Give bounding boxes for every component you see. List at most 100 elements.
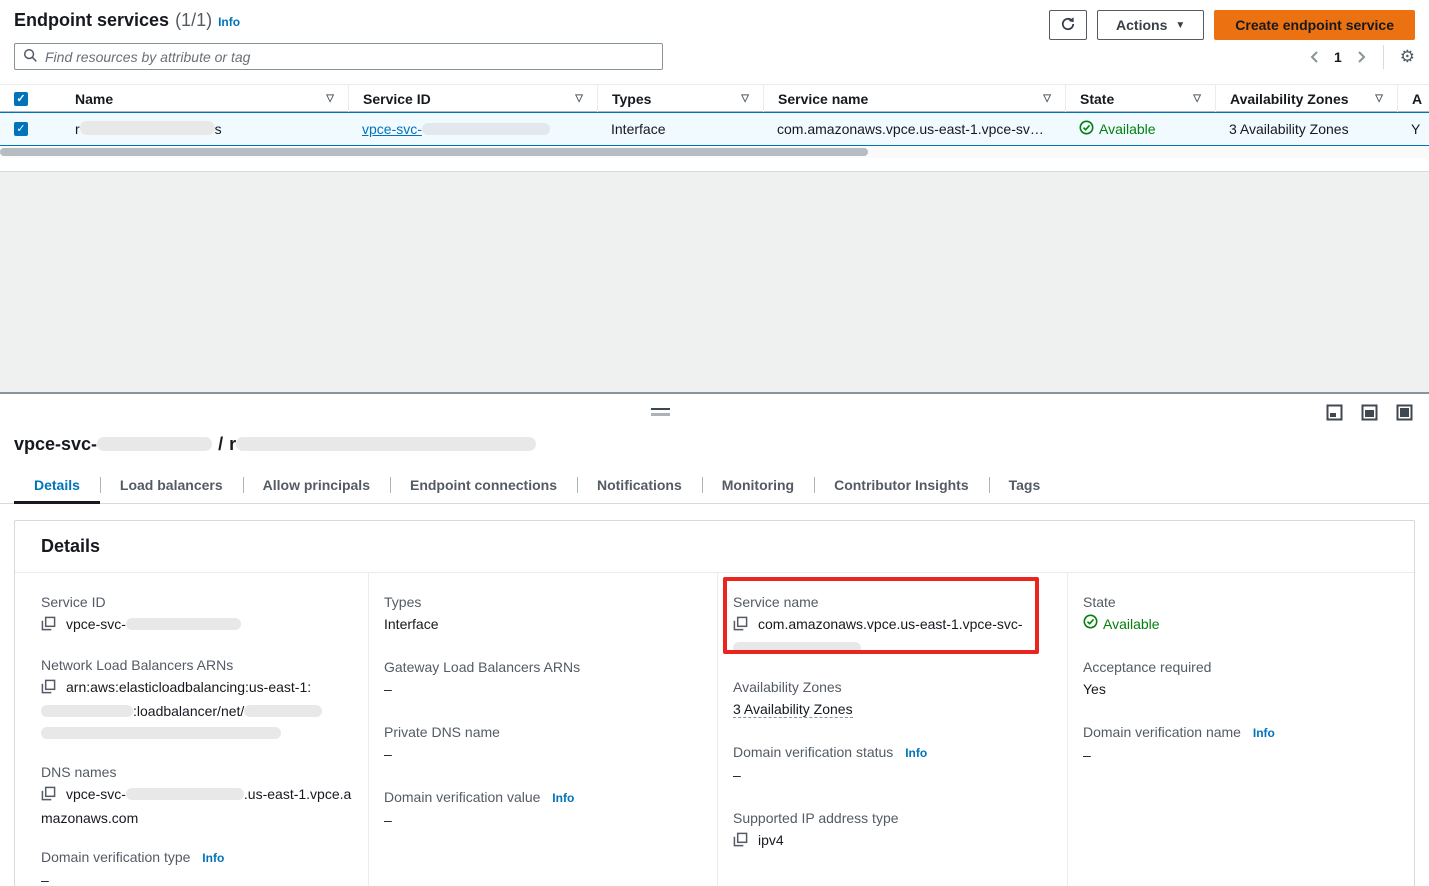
pagination-prev-icon[interactable] (1309, 50, 1320, 64)
field-supported-ip-type: Supported IP address type ipv4 (733, 807, 1052, 853)
redacted-text (236, 437, 536, 451)
column-header-types[interactable]: Types ▽ (597, 85, 763, 112)
sort-icon[interactable]: ▽ (741, 93, 749, 104)
detail-tabs: Details Load balancers Allow principals … (0, 469, 1429, 504)
cell-name: rs (61, 121, 348, 137)
copy-icon[interactable] (733, 831, 748, 853)
table-row[interactable]: ✓ rs vpce-svc- Interface com.amazonaws.v… (0, 112, 1429, 146)
field-types: Types Interface (384, 591, 702, 635)
tab-notifications[interactable]: Notifications (577, 469, 702, 503)
details-card-heading: Details (15, 521, 1414, 573)
field-service-id: Service ID vpce-svc- (41, 591, 353, 637)
split-panel-drag-handle[interactable] (651, 408, 670, 416)
cell-availability-zones: 3 Availability Zones (1215, 121, 1397, 137)
refresh-button[interactable] (1049, 10, 1087, 40)
endpoint-services-list-section: Endpoint services (1/1) Info Actions ▼ C… (0, 0, 1429, 171)
title-info-link[interactable]: Info (218, 15, 240, 29)
details-column-2: Types Interface Gateway Load Balancers A… (368, 573, 717, 886)
details-card: Details Service ID vpce-svc- Network Loa… (14, 520, 1415, 886)
copy-icon[interactable] (733, 615, 748, 637)
field-nlb-arns: Network Load Balancers ARNs arn:aws:elas… (41, 654, 353, 744)
column-header-availability-zones[interactable]: Availability Zones ▽ (1215, 85, 1397, 112)
column-header-name[interactable]: Name ▽ (61, 85, 348, 112)
field-domain-verification-value: Domain verification value Info – (384, 786, 702, 831)
copy-icon[interactable] (41, 785, 56, 807)
column-header-state[interactable]: State ▽ (1065, 85, 1215, 112)
redacted-text (41, 727, 281, 739)
tab-details[interactable]: Details (14, 469, 100, 503)
redacted-text (422, 123, 550, 135)
refresh-icon (1060, 16, 1076, 35)
tab-contributor-insights[interactable]: Contributor Insights (814, 469, 989, 503)
detail-split-panel: vpce-svc-/r Details Load balancers Allow… (0, 392, 1429, 886)
cell-truncated: Y (1397, 121, 1429, 137)
column-header-truncated[interactable]: A (1397, 85, 1429, 112)
availability-zones-popover[interactable]: 3 Availability Zones (733, 701, 853, 718)
tab-load-balancers[interactable]: Load balancers (100, 469, 243, 503)
panel-size-medium-icon[interactable] (1361, 404, 1378, 424)
redacted-text (80, 121, 215, 135)
details-column-3: Service name com.amazonaws.vpce.us-east-… (717, 573, 1067, 886)
create-endpoint-service-button[interactable]: Create endpoint service (1214, 10, 1415, 40)
info-link[interactable]: Info (1253, 726, 1275, 740)
pagination-current-page[interactable]: 1 (1334, 49, 1342, 65)
column-header-service-id[interactable]: Service ID ▽ (348, 85, 597, 112)
cell-service-name: com.amazonaws.vpce.us-east-1.vpce-sv… (763, 121, 1065, 137)
search-input[interactable] (45, 49, 654, 65)
tab-allow-principals[interactable]: Allow principals (243, 469, 390, 503)
horizontal-scrollbar (0, 146, 1429, 158)
copy-icon[interactable] (41, 678, 56, 700)
endpoint-services-table: ✓ Name ▽ Service ID ▽ Types ▽ Service na… (0, 84, 1429, 172)
details-column-4: State Available Acceptance required Yes (1067, 573, 1414, 886)
available-check-icon (1083, 613, 1098, 635)
redacted-text (97, 437, 212, 451)
preferences-gear-icon[interactable]: ⚙ (1400, 48, 1415, 65)
redacted-text (733, 642, 861, 654)
row-checkbox[interactable]: ✓ (14, 122, 28, 136)
tab-monitoring[interactable]: Monitoring (702, 469, 814, 503)
redacted-text (126, 788, 244, 800)
page-title: Endpoint services (1/1) Info (14, 10, 240, 31)
field-acceptance-required: Acceptance required Yes (1083, 656, 1399, 700)
info-link[interactable]: Info (905, 746, 927, 760)
tab-endpoint-connections[interactable]: Endpoint connections (390, 469, 577, 503)
info-link[interactable]: Info (552, 791, 574, 805)
details-column-1: Service ID vpce-svc- Network Load Balanc… (15, 573, 368, 886)
sort-icon[interactable]: ▽ (326, 93, 334, 104)
sort-icon[interactable]: ▽ (1043, 93, 1051, 104)
pagination-separator (1383, 45, 1384, 69)
redacted-text (41, 705, 133, 717)
sort-icon[interactable]: ▽ (1193, 93, 1201, 104)
field-domain-verification-name: Domain verification name Info – (1083, 721, 1399, 766)
field-state: State Available (1083, 591, 1399, 635)
service-id-link[interactable]: vpce-svc- (362, 121, 550, 137)
pagination: 1 ⚙ (1309, 45, 1415, 69)
search-box[interactable] (14, 43, 663, 70)
copy-icon[interactable] (41, 615, 56, 637)
column-header-service-name[interactable]: Service name ▽ (763, 85, 1065, 112)
sort-icon[interactable]: ▽ (1375, 93, 1383, 104)
field-domain-verification-type: Domain verification type Info – (41, 846, 353, 886)
cell-service-id: vpce-svc- (348, 121, 597, 137)
tab-tags[interactable]: Tags (989, 469, 1061, 503)
table-header-row: ✓ Name ▽ Service ID ▽ Types ▽ Service na… (0, 85, 1429, 112)
panel-size-small-icon[interactable] (1326, 404, 1343, 424)
select-all-checkbox[interactable]: ✓ (14, 92, 28, 106)
page-background (0, 171, 1429, 392)
field-service-name: Service name com.amazonaws.vpce.us-east-… (733, 591, 1052, 659)
redacted-text (244, 705, 322, 717)
table-footer-spacer (0, 158, 1429, 172)
cell-types: Interface (597, 121, 763, 137)
actions-button-label: Actions (1116, 17, 1167, 33)
panel-size-full-icon[interactable] (1396, 404, 1413, 424)
pagination-next-icon[interactable] (1356, 50, 1367, 64)
field-dns-names: DNS names vpce-svc-.us-east-1.vpce.amazo… (41, 761, 353, 829)
actions-button[interactable]: Actions ▼ (1097, 10, 1204, 40)
sort-icon[interactable]: ▽ (575, 93, 583, 104)
field-private-dns-name: Private DNS name – (384, 721, 702, 765)
availability-zones-popover[interactable]: 3 Availability Zones (1229, 121, 1349, 137)
redacted-text (126, 618, 241, 630)
search-icon (23, 48, 38, 66)
info-link[interactable]: Info (202, 851, 224, 865)
horizontal-scrollbar-thumb[interactable] (0, 148, 868, 156)
